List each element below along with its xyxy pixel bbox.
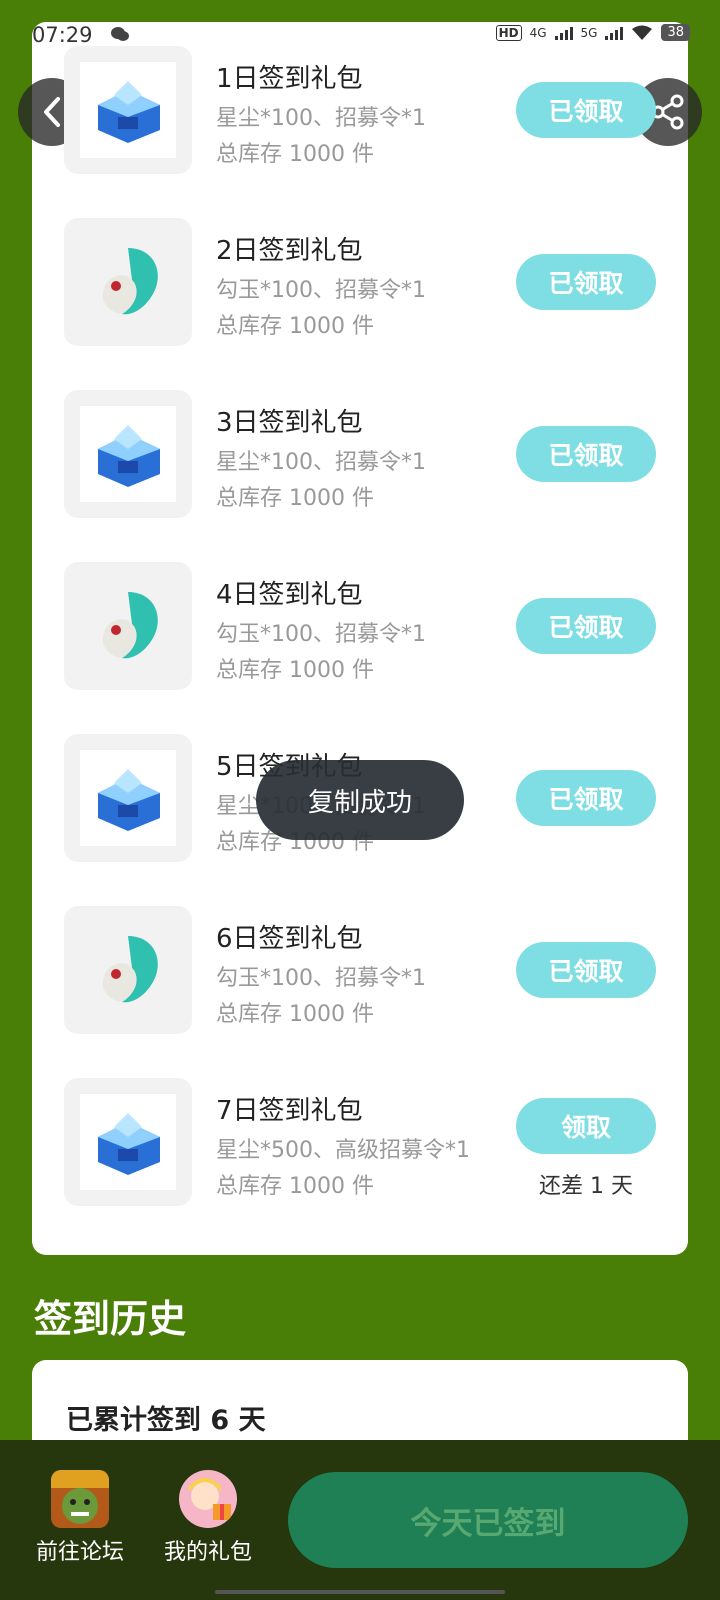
forum-nav-label: 前往论坛 — [35, 1540, 124, 1565]
forum-game-avatar-icon — [51, 1470, 109, 1528]
signal-icon — [605, 26, 624, 40]
gift-thumbnail — [64, 906, 192, 1034]
crystal-chest-icon — [80, 406, 176, 502]
wechat-icon — [111, 27, 129, 41]
gift-thumbnail — [64, 1078, 192, 1206]
my-gifts-nav-label: 我的礼包 — [163, 1540, 252, 1565]
gift-stock: 总库存 1000 件 — [216, 314, 374, 339]
home-indicator[interactable] — [215, 1590, 505, 1594]
gift-item: 2日签到礼包 勾玉*100、招募令*1 总库存 1000 件 已领取 — [64, 218, 674, 346]
gift-title: 3日签到礼包 — [216, 408, 363, 438]
gift-title: 4日签到礼包 — [216, 580, 363, 610]
claimed-button[interactable]: 已领取 — [516, 942, 656, 998]
gift-item: 6日签到礼包 勾玉*100、招募令*1 总库存 1000 件 已领取 — [64, 906, 674, 1034]
history-section-title: 签到历史 — [34, 1297, 187, 1341]
my-gifts-nav-button[interactable]: 我的礼包 — [153, 1470, 263, 1566]
gift-stock: 总库存 1000 件 — [216, 142, 374, 167]
network-4g-label: 4G — [529, 25, 547, 40]
gift-item: 1日签到礼包 星尘*100、招募令*1 总库存 1000 件 已领取 — [64, 46, 674, 174]
gift-description: 星尘*500、高级招募令*1 — [216, 1138, 470, 1163]
wifi-icon — [632, 25, 653, 40]
copy-success-toast: 复制成功 — [256, 760, 464, 840]
claimed-button[interactable]: 已领取 — [516, 254, 656, 310]
battery-indicator: 38 — [661, 24, 690, 41]
gift-thumbnail — [64, 46, 192, 174]
crystal-chest-icon — [80, 62, 176, 158]
network-5g-label: 5G — [580, 25, 598, 40]
claimed-button[interactable]: 已领取 — [516, 598, 656, 654]
bottom-action-bar: 前往论坛 我的礼包 今天已签到 — [0, 1440, 720, 1600]
days-remaining-note: 还差 1 天 — [539, 1174, 633, 1199]
gift-stock: 总库存 1000 件 — [216, 658, 374, 683]
gift-character-icon — [179, 1470, 237, 1528]
signal-icon — [554, 26, 573, 40]
crystal-chest-icon — [80, 1094, 176, 1190]
gift-title: 6日签到礼包 — [216, 924, 363, 954]
jade-magatama-icon — [80, 578, 176, 674]
gift-description: 勾玉*100、招募令*1 — [216, 966, 426, 991]
status-bar: 07:29 HD 4G 5G 38 — [0, 0, 720, 47]
gift-stock: 总库存 1000 件 — [216, 1174, 374, 1199]
gift-thumbnail — [64, 562, 192, 690]
crystal-chest-icon — [80, 750, 176, 846]
gift-title: 1日签到礼包 — [216, 64, 363, 94]
claimed-button[interactable]: 已领取 — [516, 770, 656, 826]
jade-magatama-icon — [80, 234, 176, 330]
claim-button[interactable]: 领取 — [516, 1098, 656, 1154]
gift-item: 4日签到礼包 勾玉*100、招募令*1 总库存 1000 件 已领取 — [64, 562, 674, 690]
gift-item: 3日签到礼包 星尘*100、招募令*1 总库存 1000 件 已领取 — [64, 390, 674, 518]
gift-item: 7日签到礼包 星尘*500、高级招募令*1 总库存 1000 件 领取 还差 1… — [64, 1078, 674, 1206]
gift-thumbnail — [64, 734, 192, 862]
forum-nav-button[interactable]: 前往论坛 — [25, 1470, 135, 1566]
claimed-button[interactable]: 已领取 — [516, 426, 656, 482]
chevron-left-icon — [44, 97, 60, 127]
gift-title: 7日签到礼包 — [216, 1096, 363, 1126]
hd-indicator: HD — [495, 24, 522, 41]
gift-description: 星尘*100、招募令*1 — [216, 450, 426, 475]
gift-description: 勾玉*100、招募令*1 — [216, 622, 426, 647]
signed-in-today-button[interactable]: 今天已签到 — [288, 1472, 688, 1568]
jade-magatama-icon — [80, 922, 176, 1018]
status-indicators: HD 4G 5G 38 — [495, 24, 690, 41]
gift-stock: 总库存 1000 件 — [216, 486, 374, 511]
gift-description: 勾玉*100、招募令*1 — [216, 278, 426, 303]
gift-description: 星尘*100、招募令*1 — [216, 106, 426, 131]
claimed-button[interactable]: 已领取 — [516, 82, 656, 138]
cumulative-sign-in-text: 已累计签到 6 天 — [66, 1405, 266, 1436]
gift-thumbnail — [64, 218, 192, 346]
gift-thumbnail — [64, 390, 192, 518]
gift-title: 2日签到礼包 — [216, 236, 363, 266]
status-time: 07:29 — [32, 23, 93, 47]
gift-stock: 总库存 1000 件 — [216, 1002, 374, 1027]
